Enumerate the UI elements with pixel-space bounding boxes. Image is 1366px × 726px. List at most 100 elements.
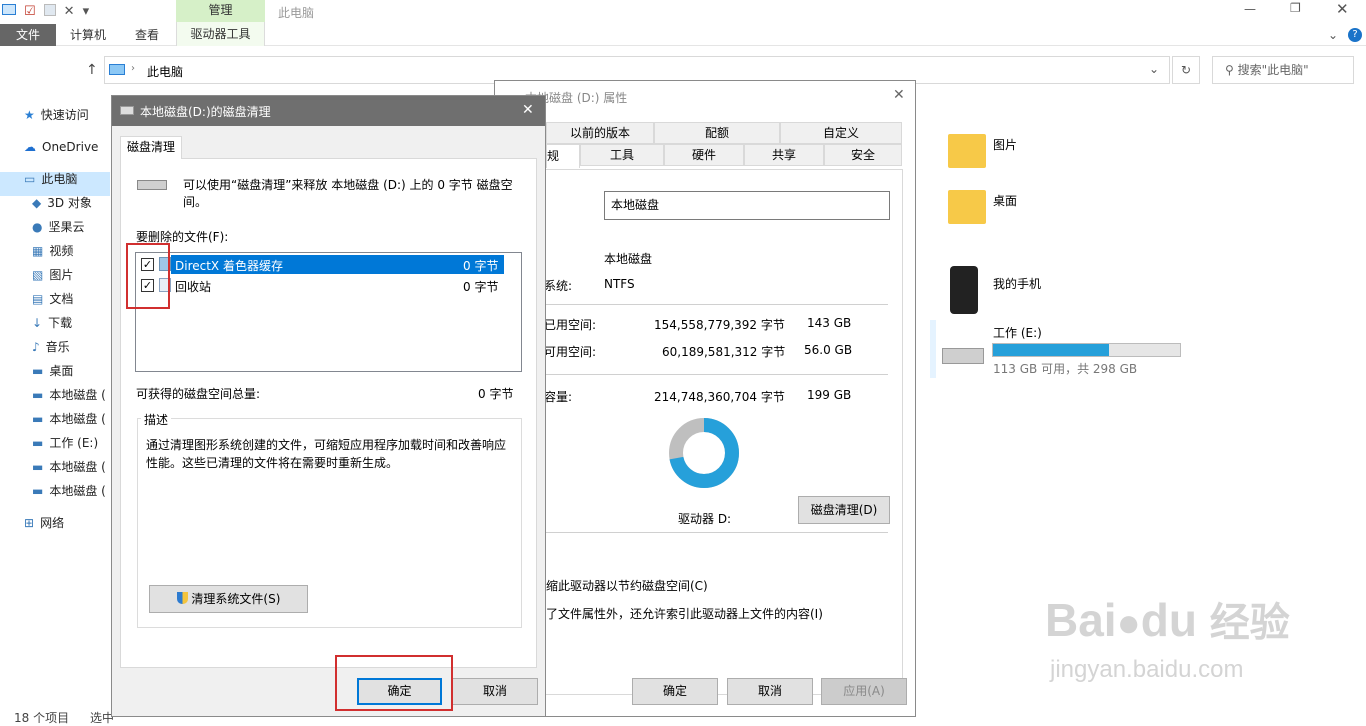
nav-item-0[interactable]: ★ 快速访问 <box>24 104 89 126</box>
capacity-gb: 199 GB <box>807 388 852 402</box>
nav-item-label: 下载 <box>48 316 73 330</box>
maximize-button[interactable]: ❐ <box>1290 1 1301 15</box>
nav-item-7[interactable]: ▤ 文档 <box>32 288 73 310</box>
desktop-icon: ▬ <box>32 364 44 378</box>
props-separator-1 <box>540 304 888 305</box>
tab-disk-cleanup[interactable]: 磁盘清理 <box>120 136 182 159</box>
tab-drive-tools[interactable]: 驱动器工具 <box>176 22 265 46</box>
props-tab-sharing-label: 共享 <box>771 148 796 162</box>
search-icon: ⚲ <box>1225 63 1234 77</box>
nav-item-label: 本地磁盘 ( <box>49 412 106 426</box>
disk-cleanup-button-label: 磁盘清理(D) <box>810 503 878 517</box>
this-pc-icon: ▭ <box>24 172 36 186</box>
address-dropdown-icon[interactable]: ⌄ <box>1149 62 1159 76</box>
nav-item-2[interactable]: ▭ 此电脑 <box>24 168 77 190</box>
nav-item-13[interactable]: ▬ 工作 (E:) <box>32 432 98 454</box>
baidu-watermark: Bai●du 经验 <box>1045 590 1290 648</box>
props-tab-hardware[interactable]: 硬件 <box>664 144 744 166</box>
breadcrumb[interactable]: 此电脑 <box>147 63 183 80</box>
props-ok-label: 确定 <box>662 684 687 698</box>
drive-e-info: 113 GB 可用，共 298 GB <box>993 362 1138 376</box>
props-ok-button[interactable]: 确定 <box>632 678 718 705</box>
nav-item-9[interactable]: ♪ 音乐 <box>32 336 70 358</box>
props-tab-tools[interactable]: 工具 <box>580 144 664 166</box>
compress-checkbox-label[interactable]: 缩此驱动器以节约磁盘空间(C) <box>546 577 708 594</box>
used-gb: 143 GB <box>807 316 852 330</box>
disk-cleanup-button[interactable]: 磁盘清理(D) <box>798 496 890 524</box>
nav-item-label: 3D 对象 <box>47 196 92 210</box>
phone-icon[interactable] <box>950 266 978 314</box>
cleanup-close-button[interactable]: ✕ <box>522 102 534 118</box>
drive-icon: ▬ <box>32 436 44 450</box>
nav-item-15[interactable]: ▬ 本地磁盘 ( <box>32 480 106 502</box>
used-bytes: 154,558,779,392 字节 <box>654 318 785 332</box>
props-tab-security[interactable]: 安全 <box>824 144 902 166</box>
props-separator-3 <box>540 532 888 533</box>
expand-ribbon-icon[interactable]: ⌄ <box>1328 28 1338 42</box>
props-tab-quota[interactable]: 配额 <box>654 122 780 144</box>
nav-item-8[interactable]: ↓ 下载 <box>32 312 72 334</box>
uac-shield-icon <box>176 592 188 604</box>
watermark-brand2: du <box>1140 594 1197 646</box>
refresh-button[interactable]: ↻ <box>1172 56 1200 84</box>
pictures-folder-icon[interactable] <box>948 134 986 168</box>
free-bytes: 60,189,581,312 字节 <box>662 345 786 359</box>
hard-drive-icon[interactable] <box>942 348 984 364</box>
cleanup-title-icon <box>120 106 134 115</box>
desktop-folder-icon[interactable] <box>948 190 986 224</box>
nav-item-3[interactable]: ◆ 3D 对象 <box>32 192 92 214</box>
device-my-phone[interactable]: 我的手机 <box>993 275 1041 292</box>
props-apply-button[interactable]: 应用(A) <box>821 678 907 705</box>
cleanup-drive-icon <box>137 180 167 190</box>
close-button[interactable]: ✕ <box>1336 0 1349 18</box>
nav-item-label: 工作 (E:) <box>49 436 99 450</box>
nav-item-12[interactable]: ▬ 本地磁盘 ( <box>32 408 106 430</box>
navigation-pane: ★ 快速访问 ☁ OneDrive ▭ 此电脑 ◆ 3D 对象 ● 坚果云 ▦ 视频 ▧ 图片 ▤ 文档 ↓ 下载… <box>0 0 112 717</box>
videos-icon: ▦ <box>32 244 44 258</box>
nav-item-11[interactable]: ▬ 本地磁盘 ( <box>32 384 106 406</box>
folder-pictures[interactable]: 图片 <box>993 136 1017 153</box>
props-tab-tools-label: 工具 <box>609 148 634 162</box>
nav-item-5[interactable]: ▦ 视频 <box>32 240 73 262</box>
search-input[interactable]: ⚲ 搜索"此电脑" <box>1212 56 1354 84</box>
file-row-directx[interactable]: ✓ DirectX 着色器缓存 0 字节 <box>139 255 504 274</box>
props-tab-previous[interactable]: 以前的版本 <box>546 122 654 144</box>
file-row-recycle[interactable]: ✓ 回收站 0 字节 <box>139 276 504 295</box>
nav-item-label: 本地磁盘 ( <box>49 388 106 402</box>
nav-item-16[interactable]: ⊞ 网络 <box>24 512 64 534</box>
nav-item-4[interactable]: ● 坚果云 <box>32 216 85 238</box>
nav-item-10[interactable]: ▬ 桌面 <box>32 360 73 382</box>
nav-item-label: 本地磁盘 ( <box>49 484 106 498</box>
nav-item-label: 快速访问 <box>40 108 89 122</box>
props-tab-security-label: 安全 <box>850 148 875 162</box>
nav-item-label: 图片 <box>49 268 74 282</box>
nav-item-14[interactable]: ▬ 本地磁盘 ( <box>32 456 106 478</box>
explorer-titlebar: ☑ ✕ ▾ 管理 此电脑 — ❐ ✕ <box>0 0 1366 24</box>
help-icon[interactable]: ? <box>1348 28 1362 42</box>
properties-close-button[interactable]: ✕ <box>893 87 905 103</box>
drive-name-field[interactable]: 本地磁盘 <box>604 191 890 220</box>
tab-view[interactable]: 查看 <box>135 24 159 46</box>
type-value: 本地磁盘 <box>604 252 653 266</box>
props-apply-label: 应用(A) <box>843 684 885 698</box>
clean-system-files-button[interactable]: 清理系统文件(S) <box>149 585 308 613</box>
props-tab-sharing[interactable]: 共享 <box>744 144 824 166</box>
breadcrumb-arrow-icon[interactable]: › <box>131 63 135 74</box>
props-tab-customize[interactable]: 自定义 <box>780 122 902 144</box>
fs-value: NTFS <box>604 277 635 291</box>
minimize-button[interactable]: — <box>1244 2 1256 16</box>
capacity-bytes: 214,748,360,704 字节 <box>654 390 785 404</box>
props-tab-general[interactable]: 规 <box>546 144 580 168</box>
window-title: 此电脑 <box>278 6 315 20</box>
star-icon: ★ <box>24 108 35 122</box>
nav-item-1[interactable]: ☁ OneDrive <box>24 136 98 158</box>
drive-e-name[interactable]: 工作 (E:) <box>993 324 1042 341</box>
drive-e-selection <box>930 320 936 378</box>
props-separator-2 <box>540 374 888 375</box>
index-checkbox-label[interactable]: 了文件属性外，还允许索引此驱动器上文件的内容(I) <box>546 605 823 622</box>
folder-desktop[interactable]: 桌面 <box>993 192 1017 209</box>
cleanup-cancel-button[interactable]: 取消 <box>452 678 538 705</box>
nav-item-6[interactable]: ▧ 图片 <box>32 264 73 286</box>
downloads-icon: ↓ <box>32 316 43 330</box>
props-cancel-button[interactable]: 取消 <box>727 678 813 705</box>
